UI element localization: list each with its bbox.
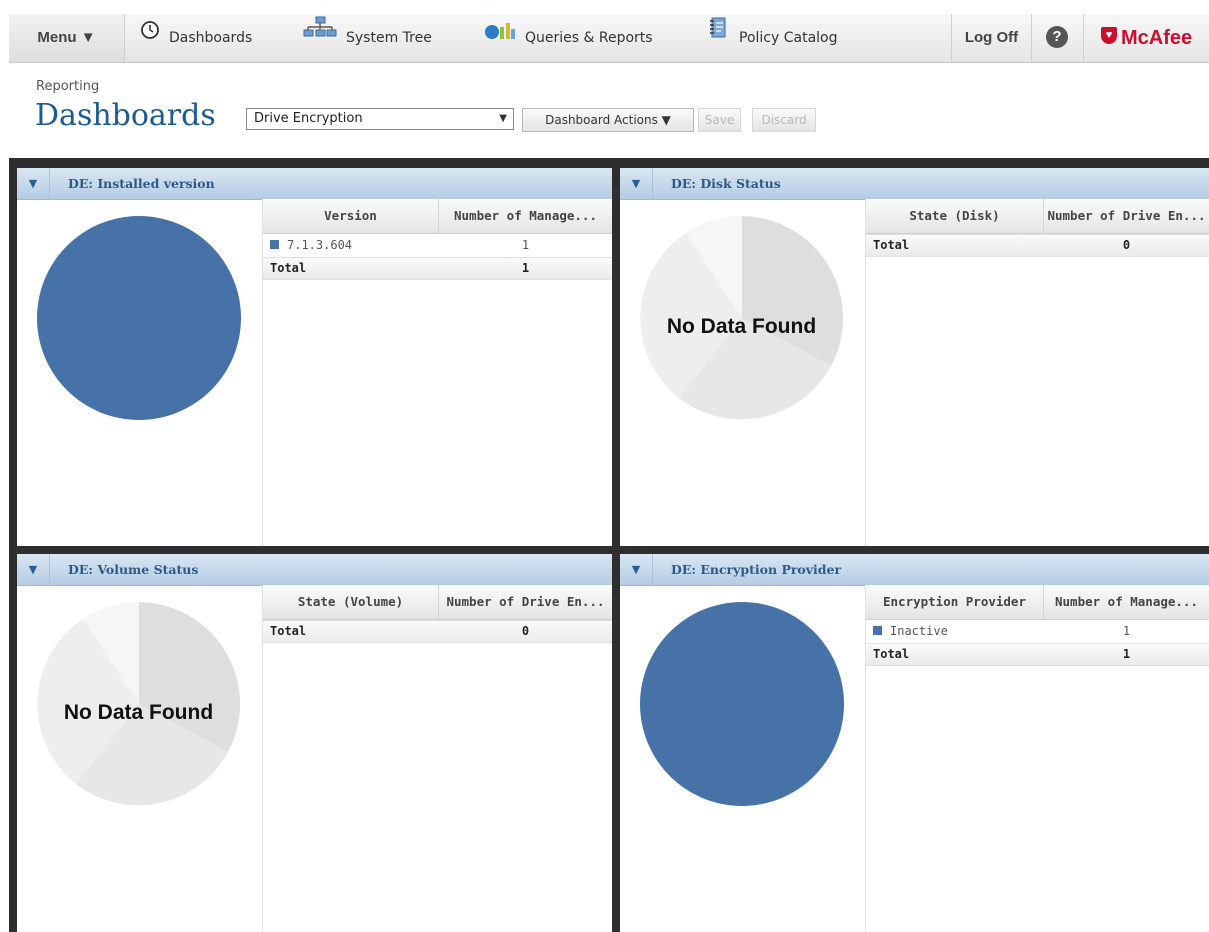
- nav-queries-reports[interactable]: Queries & Reports: [484, 14, 653, 62]
- column-header[interactable]: Number of Manage...: [1044, 585, 1209, 619]
- panel-header: ▼ DE: Volume Status: [17, 554, 612, 586]
- chart-icon: [484, 12, 516, 60]
- row-value: 1: [1122, 624, 1131, 638]
- data-table: Encryption Provider Number of Manage... …: [865, 585, 1209, 932]
- dashboard-actions-button[interactable]: Dashboard Actions ▼: [522, 108, 694, 132]
- nav-dashboards[interactable]: Dashboards: [140, 14, 252, 62]
- panel-title: DE: Volume Status: [68, 562, 199, 577]
- dashboard-select-value: Drive Encryption: [254, 111, 363, 126]
- discard-button[interactable]: Discard: [752, 108, 816, 132]
- nav-system-tree[interactable]: System Tree: [303, 14, 432, 62]
- total-label: Total: [873, 238, 910, 252]
- table-row[interactable]: Inactive 1: [866, 620, 1209, 643]
- clock-icon: [140, 12, 160, 60]
- table-header: Version Number of Manage...: [263, 199, 612, 234]
- no-data-message: No Data Found: [63, 701, 214, 724]
- no-data-message: No Data Found: [666, 315, 817, 338]
- top-nav-bar: Menu ▼ Dashboards System Tree Queries & …: [9, 14, 1209, 63]
- table-total-row: Total 0: [866, 234, 1209, 257]
- data-table: Version Number of Manage... 7.1.3.604 1 …: [262, 199, 612, 546]
- nav-policy-catalog-label: Policy Catalog: [739, 30, 838, 46]
- notebook-icon: [706, 12, 730, 60]
- panel-title: DE: Disk Status: [671, 176, 781, 191]
- row-value: 1: [521, 238, 530, 252]
- nav-dashboards-label: Dashboards: [169, 30, 253, 46]
- table-total-row: Total 1: [866, 643, 1209, 666]
- data-table: State (Disk) Number of Drive En... Total…: [865, 199, 1209, 546]
- panel-header: ▼ DE: Encryption Provider: [620, 554, 1209, 586]
- column-header[interactable]: Version: [263, 199, 438, 233]
- total-value: 1: [1122, 647, 1131, 661]
- table-total-row: Total 1: [263, 257, 612, 280]
- table-header: Encryption Provider Number of Manage...: [866, 585, 1209, 620]
- panel-encryption-provider: ▼ DE: Encryption Provider Encryption Pro…: [620, 554, 1209, 932]
- column-header[interactable]: Number of Drive En...: [439, 585, 612, 619]
- mcafee-logo: ♥ McAfee: [1101, 14, 1192, 62]
- column-header[interactable]: Number of Drive En...: [1044, 199, 1209, 233]
- collapse-icon[interactable]: ▼: [17, 554, 50, 585]
- total-value: 0: [521, 624, 530, 638]
- breadcrumb[interactable]: Reporting: [36, 79, 99, 94]
- table-row[interactable]: 7.1.3.604 1: [263, 234, 612, 257]
- shield-icon: ♥: [1101, 27, 1117, 45]
- panel-installed-version: ▼ DE: Installed version Version Number o…: [17, 168, 612, 546]
- dashboard-grid: ▼ DE: Installed version Version Number o…: [9, 158, 1209, 932]
- table-header: State (Volume) Number of Drive En...: [263, 585, 612, 620]
- log-off-button[interactable]: Log Off: [951, 14, 1032, 62]
- panel-title: DE: Installed version: [68, 176, 215, 191]
- panel-title: DE: Encryption Provider: [671, 562, 842, 577]
- collapse-icon[interactable]: ▼: [620, 168, 653, 199]
- collapse-icon[interactable]: ▼: [17, 168, 50, 199]
- legend-swatch: [270, 240, 279, 249]
- menu-button[interactable]: Menu ▼: [9, 14, 125, 62]
- dashboard-select[interactable]: Drive Encryption ▼: [246, 108, 514, 130]
- legend-swatch: [873, 626, 882, 635]
- column-header[interactable]: Number of Manage...: [439, 199, 612, 233]
- pie-slice[interactable]: [640, 602, 844, 806]
- dropdown-arrow-icon: ▼: [499, 113, 507, 124]
- panel-header: ▼ DE: Installed version: [17, 168, 612, 200]
- column-header[interactable]: Encryption Provider: [866, 585, 1043, 619]
- column-header[interactable]: State (Volume): [263, 585, 438, 619]
- row-label: Inactive: [890, 624, 948, 638]
- brand-label: McAfee: [1121, 27, 1193, 49]
- collapse-icon[interactable]: ▼: [620, 554, 653, 585]
- total-value: 0: [1122, 238, 1131, 252]
- total-label: Total: [270, 261, 307, 275]
- panel-volume-status: ▼ DE: Volume Status No Data Found State …: [17, 554, 612, 932]
- help-icon: ?: [1046, 26, 1068, 48]
- pie-slice[interactable]: [37, 216, 241, 420]
- nav-policy-catalog[interactable]: Policy Catalog: [706, 14, 838, 62]
- save-button[interactable]: Save: [698, 108, 741, 132]
- column-header[interactable]: State (Disk): [866, 199, 1043, 233]
- nav-system-tree-label: System Tree: [346, 30, 432, 46]
- panel-header: ▼ DE: Disk Status: [620, 168, 1209, 200]
- panel-disk-status: ▼ DE: Disk Status No Data Found State (D…: [620, 168, 1209, 546]
- table-total-row: Total 0: [263, 620, 612, 643]
- table-header: State (Disk) Number of Drive En...: [866, 199, 1209, 234]
- help-button[interactable]: ?: [1030, 14, 1084, 62]
- pie-chart[interactable]: [36, 215, 242, 421]
- pie-chart[interactable]: [639, 601, 845, 807]
- row-label: 7.1.3.604: [287, 238, 353, 252]
- network-icon: [303, 12, 337, 60]
- total-label: Total: [270, 624, 307, 638]
- nav-queries-reports-label: Queries & Reports: [525, 30, 653, 46]
- page-title: Dashboards: [35, 98, 216, 133]
- total-label: Total: [873, 647, 910, 661]
- total-value: 1: [521, 261, 530, 275]
- data-table: State (Volume) Number of Drive En... Tot…: [262, 585, 612, 932]
